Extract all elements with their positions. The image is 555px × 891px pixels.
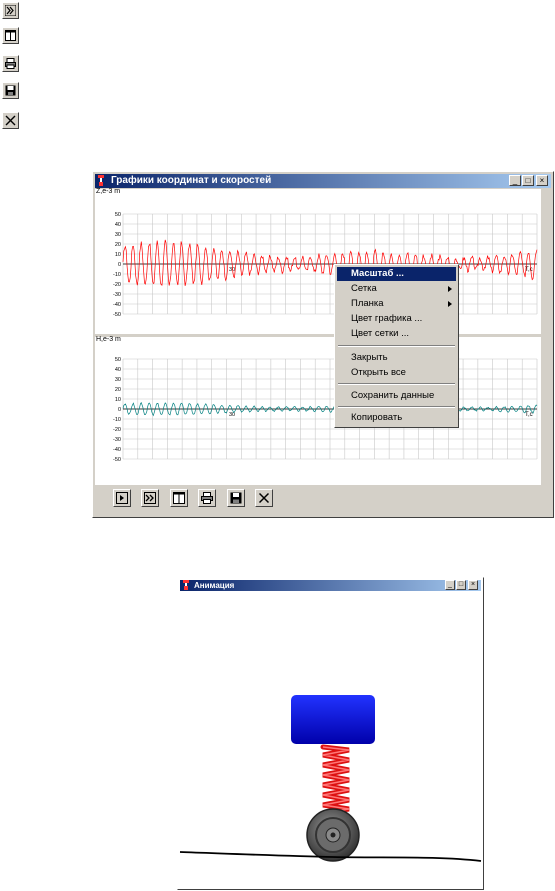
menu-item-label: Цвет графика ... — [351, 313, 423, 324]
y-tick-label: -30 — [113, 292, 121, 298]
fast-forward-button[interactable] — [2, 2, 19, 19]
minimize-button[interactable]: _ — [509, 175, 521, 186]
menu-item-open-all[interactable]: Открыть все — [337, 366, 456, 380]
animation-scene — [179, 695, 482, 862]
menu-item-copy[interactable]: Копировать — [337, 411, 456, 425]
y-tick-label: 50 — [115, 357, 121, 363]
menu-separator — [338, 383, 455, 385]
fast-forward-icon — [144, 492, 156, 504]
close-button[interactable] — [255, 489, 273, 507]
y-tick-label: 50 — [115, 212, 121, 218]
close-button[interactable] — [2, 112, 19, 129]
fast-forward-icon — [5, 5, 16, 16]
app-icon — [98, 175, 104, 186]
print-icon — [5, 58, 16, 69]
print-icon — [201, 492, 213, 504]
save-icon — [5, 85, 16, 96]
columns-icon — [5, 30, 16, 41]
close-icon — [258, 492, 270, 504]
minimize-icon: _ — [512, 176, 518, 185]
columns-button[interactable] — [170, 489, 188, 507]
menu-item-label: Планка — [351, 298, 384, 309]
y-tick-label: 10 — [115, 397, 121, 403]
fast-forward-button[interactable] — [141, 489, 159, 507]
menu-item-grid[interactable]: Сетка — [337, 282, 456, 296]
menu-item-label: Сохранить данные — [351, 390, 435, 401]
spring — [320, 744, 350, 816]
close-icon — [5, 115, 16, 126]
maximize-button[interactable]: □ — [522, 175, 534, 186]
y-tick-label: -40 — [113, 447, 121, 453]
play-button[interactable] — [113, 489, 131, 507]
y-tick-label: -20 — [113, 427, 121, 433]
x-tick-label: 30 — [229, 412, 235, 418]
menu-item-close[interactable]: Закрыть — [337, 351, 456, 365]
y-tick-label: 0 — [118, 262, 121, 268]
y-tick-label: 20 — [115, 387, 121, 393]
submenu-arrow-icon — [448, 301, 452, 307]
print-button[interactable] — [198, 489, 216, 507]
y-tick-label: 30 — [115, 377, 121, 383]
y-tick-label: 20 — [115, 242, 121, 248]
y-tick-label: -10 — [113, 417, 121, 423]
menu-item-scale[interactable]: Масштаб ... — [337, 267, 456, 281]
submenu-arrow-icon — [448, 286, 452, 292]
columns-icon — [173, 492, 185, 504]
columns-button[interactable] — [2, 27, 19, 44]
mass-block — [291, 695, 375, 744]
close-icon: × — [539, 176, 545, 185]
y-tick-label: 10 — [115, 252, 121, 258]
y-tick-label: 40 — [115, 367, 121, 373]
y-tick-label: -40 — [113, 302, 121, 308]
y-tick-label: 0 — [118, 407, 121, 413]
bottom-plot-chart: 50 40 30 20 10 0 -10 -20 -30 -40 -50 30 T,c — [113, 357, 538, 463]
close-window-button[interactable]: × — [536, 175, 548, 186]
menu-item-label: Масштаб ... — [351, 268, 404, 279]
menu-item-plot-color[interactable]: Цвет графика ... — [337, 312, 456, 326]
maximize-icon: □ — [525, 176, 531, 185]
context-menu: Масштаб ... Сетка Планка Цвет графика ..… — [334, 264, 459, 428]
menu-item-label: Закрыть — [351, 352, 388, 363]
menu-item-bar[interactable]: Планка — [337, 297, 456, 311]
menu-item-label: Сетка — [351, 283, 377, 294]
y-tick-label: -20 — [113, 282, 121, 288]
save-icon — [230, 492, 242, 504]
y-tick-label: -50 — [113, 312, 121, 318]
y-tick-label: -50 — [113, 457, 121, 463]
y-tick-label: -10 — [113, 272, 121, 278]
print-button[interactable] — [2, 55, 19, 72]
y-tick-label: 40 — [115, 222, 121, 228]
top-plot-chart: 50403020100-10-20-30-40-5030 T,c — [113, 212, 538, 318]
x-axis-label: T,c — [525, 412, 533, 418]
menu-item-label: Цвет сетки ... — [351, 328, 410, 339]
menu-item-save-data[interactable]: Сохранить данные — [337, 389, 456, 403]
y-tick-label: -30 — [113, 437, 121, 443]
menu-item-grid-color[interactable]: Цвет сетки ... — [337, 327, 456, 341]
menu-separator — [338, 345, 455, 347]
wheel — [306, 808, 360, 862]
window-title: Графики координат и скоростей — [111, 175, 272, 186]
save-button[interactable] — [2, 82, 19, 99]
menu-item-label: Копировать — [351, 412, 403, 423]
menu-item-label: Открыть все — [351, 367, 406, 378]
y-tick-label: 30 — [115, 232, 121, 238]
play-icon — [116, 492, 128, 504]
menu-separator — [338, 406, 455, 408]
save-button[interactable] — [227, 489, 245, 507]
x-tick-label: 30 — [229, 267, 235, 273]
graph-window-titlebar[interactable]: Графики координат и скоростей _ □ × — [95, 174, 551, 188]
